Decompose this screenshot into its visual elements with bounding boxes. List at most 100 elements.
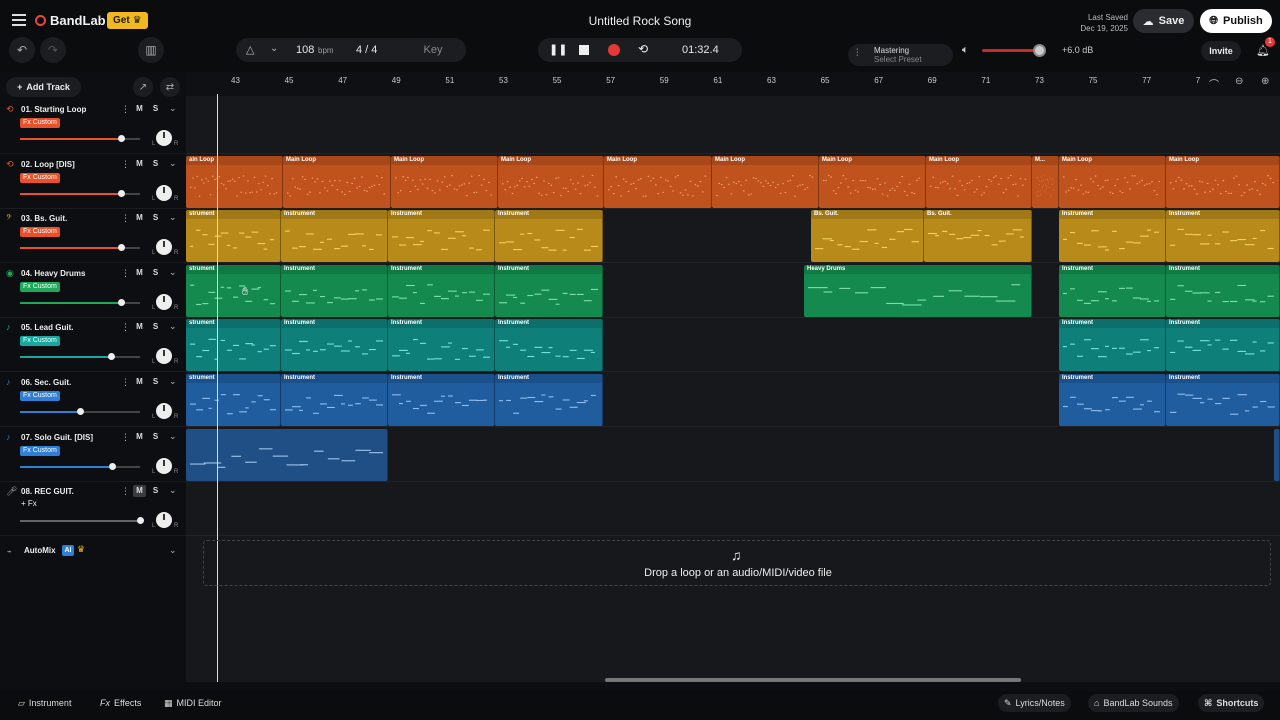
clip[interactable]: Instrument <box>1059 264 1166 317</box>
track-lane[interactable] <box>186 100 1280 154</box>
track-volume-handle[interactable] <box>118 298 125 306</box>
track-menu-icon[interactable]: ⋮ <box>121 322 130 333</box>
master-volume-slider[interactable] <box>982 49 1040 52</box>
track-header[interactable]: ◉ 04. Heavy Drums ⋮ M S ⌄ Fx Custom L R <box>0 264 186 318</box>
fx-chip[interactable]: Fx Custom <box>20 227 60 238</box>
chevron-down-icon[interactable]: ⌄ <box>169 103 177 114</box>
track-header[interactable]: ⟲ 01. Starting Loop ⋮ M S ⌄ Fx Custom L R <box>0 100 186 154</box>
clip[interactable]: Instrument <box>388 319 495 372</box>
tempo-value[interactable]: 108 <box>296 44 314 56</box>
pan-knob[interactable] <box>156 403 172 419</box>
lyrics-notes-button[interactable]: ✎ Lyrics/Notes <box>998 694 1071 712</box>
get-membership-button[interactable]: Get ♛ <box>107 12 148 29</box>
clip[interactable]: Instrument <box>281 319 388 372</box>
redo-button[interactable]: ↷ <box>40 37 66 63</box>
track-menu-icon[interactable]: ⋮ <box>121 213 130 224</box>
pan-knob[interactable] <box>156 457 172 474</box>
clip[interactable]: Instrument <box>1166 319 1280 372</box>
track-header[interactable]: ♪ 05. Lead Guit. ⋮ M S ⌄ Fx Custom L R <box>0 318 186 373</box>
pan-knob[interactable] <box>156 184 172 201</box>
solo-button[interactable]: S <box>149 158 162 170</box>
track-menu-icon[interactable]: ⋮ <box>121 377 130 388</box>
track-lane[interactable]: strument Instrument Instrument Instrument In… <box>186 318 1280 373</box>
track-header[interactable]: ⟲ 02. Loop [DIS] ⋮ M S ⌄ Fx Custom L R <box>0 155 186 209</box>
pan-knob[interactable] <box>156 348 172 365</box>
master-volume-handle[interactable] <box>1033 44 1046 57</box>
track-lane[interactable]: ain Loop Main Loop Main Loop Main Loop Main … <box>186 155 1280 209</box>
track-lane[interactable]: strument Instrument Instrument Instrument He… <box>186 264 1280 318</box>
add-track-button[interactable]: + Add Track <box>6 77 81 97</box>
solo-button[interactable]: S <box>149 267 162 279</box>
pan-knob[interactable] <box>156 130 172 146</box>
mastering-selector[interactable]: ⫶ Mastering Select Preset <box>848 44 953 66</box>
clip[interactable]: Main Loop <box>391 155 498 208</box>
clip[interactable]: strument <box>186 264 281 317</box>
track-name[interactable]: 06. Sec. Guit. <box>21 378 71 387</box>
clip[interactable]: Main Loop <box>712 155 819 208</box>
zoom-in-icon[interactable]: ⊕ <box>1261 76 1269 87</box>
mute-button[interactable]: M <box>133 103 146 115</box>
chevron-down-icon[interactable]: ⌄ <box>169 485 177 496</box>
clip[interactable]: Instrument <box>388 210 495 263</box>
clip[interactable]: Instrument <box>281 264 388 317</box>
track-volume-handle[interactable] <box>108 353 115 361</box>
clip[interactable]: Instrument <box>1059 210 1166 263</box>
clip[interactable]: Instrument <box>1059 374 1166 426</box>
chevron-down-icon[interactable]: ⌄ <box>169 212 177 223</box>
clip[interactable]: Instrument <box>495 374 603 426</box>
track-menu-icon[interactable]: ⋮ <box>121 486 130 497</box>
clip[interactable]: Main Loop <box>498 155 604 208</box>
solo-button[interactable]: S <box>149 485 162 497</box>
track-lane[interactable]: strument Instrument Instrument Instrument In… <box>186 373 1280 427</box>
midi-editor-tab[interactable]: ▦ MIDI Editor <box>158 694 228 712</box>
chevron-down-icon[interactable]: ⌄ <box>169 321 177 332</box>
clip[interactable]: Heavy Drums <box>804 264 1032 317</box>
track-name[interactable]: 03. Bs. Guit. <box>21 214 67 223</box>
clip[interactable]: Bs. Guit. <box>811 210 924 263</box>
clip[interactable] <box>1274 428 1280 481</box>
menu-icon[interactable] <box>12 14 26 26</box>
bar-ruler[interactable]: 43 45 47 49 51 53 55 57 59 61 63 65 67 69 71 73 75 77 7 <box>186 72 1280 96</box>
track-menu-icon[interactable]: ⋮ <box>121 268 130 279</box>
shortcuts-button[interactable]: ⌘ Shortcuts <box>1198 694 1265 712</box>
track-volume-handle[interactable] <box>109 462 116 470</box>
clip[interactable]: Instrument <box>495 210 603 263</box>
time-signature[interactable]: 4 / 4 <box>356 44 377 56</box>
clip[interactable]: Main Loop <box>926 155 1032 208</box>
publish-button[interactable]: 🌐︎ Publish <box>1200 9 1272 33</box>
track-lane[interactable] <box>186 482 1280 537</box>
metronome-icon[interactable]: △ <box>246 43 254 56</box>
speaker-icon[interactable]: 🔈︎ <box>962 44 969 57</box>
clip[interactable]: Instrument <box>1166 210 1280 263</box>
clip[interactable]: ain Loop <box>186 155 283 208</box>
undo-button[interactable]: ↶ <box>9 37 35 63</box>
clip[interactable]: Instrument <box>388 264 495 317</box>
clip[interactable]: Instrument <box>281 210 388 263</box>
pan-knob[interactable] <box>156 239 172 256</box>
save-button[interactable]: ☁ Save <box>1133 9 1194 33</box>
track-settings-button[interactable]: ⇄ <box>160 77 180 97</box>
track-volume-handle[interactable] <box>118 244 125 252</box>
automation-button[interactable]: ↗ <box>133 77 153 97</box>
invite-button[interactable]: Invite <box>1201 41 1241 61</box>
mute-button[interactable]: M <box>133 212 146 224</box>
fx-chip[interactable]: Fx Custom <box>20 118 60 128</box>
track-header[interactable]: 𝄢 03. Bs. Guit. ⋮ M S ⌄ Fx Custom L R <box>0 209 186 264</box>
track-name[interactable]: 04. Heavy Drums <box>21 269 85 278</box>
chevron-down-icon[interactable]: ⌄ <box>169 376 177 387</box>
solo-button[interactable]: S <box>149 321 162 333</box>
solo-button[interactable]: S <box>149 103 162 115</box>
mute-button[interactable]: M <box>133 321 146 333</box>
chevron-down-icon[interactable]: ⌄ <box>169 267 177 278</box>
record-icon[interactable] <box>608 44 620 56</box>
mute-button[interactable]: M <box>133 376 146 388</box>
clip[interactable]: strument <box>186 374 281 426</box>
fx-chip[interactable]: Fx Custom <box>20 445 60 456</box>
snap-icon[interactable]: ⌒ <box>1209 76 1219 91</box>
track-volume-handle[interactable] <box>77 408 84 415</box>
clip[interactable]: M... <box>1032 155 1059 208</box>
pan-knob[interactable] <box>156 293 172 310</box>
track-name[interactable]: 01. Starting Loop <box>21 105 86 114</box>
zoom-out-icon[interactable]: ⊖ <box>1235 76 1243 87</box>
instrument-tab[interactable]: ▱ Instrument <box>12 694 77 712</box>
